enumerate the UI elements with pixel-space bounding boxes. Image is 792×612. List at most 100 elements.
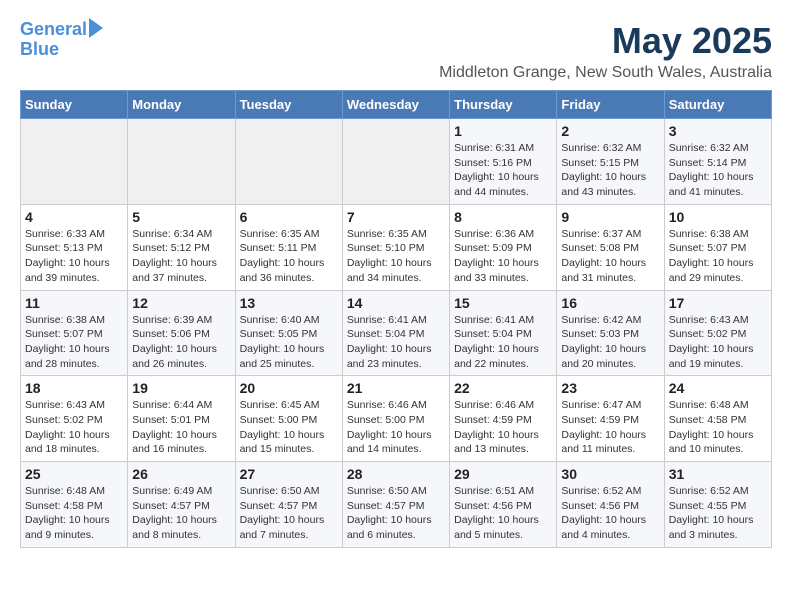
day-number: 7	[347, 209, 445, 225]
calendar-cell: 25 Sunrise: 6:48 AM Sunset: 4:58 PM Dayli…	[21, 462, 128, 548]
day-number: 3	[669, 123, 767, 139]
day-number: 24	[669, 380, 767, 396]
calendar-cell: 10 Sunrise: 6:38 AM Sunset: 5:07 PM Dayli…	[664, 204, 771, 290]
day-number: 20	[240, 380, 338, 396]
day-number: 31	[669, 466, 767, 482]
day-info: Sunrise: 6:43 AM Sunset: 5:02 PM Dayligh…	[669, 313, 767, 372]
calendar-cell: 23 Sunrise: 6:47 AM Sunset: 4:59 PM Dayli…	[557, 376, 664, 462]
day-info: Sunrise: 6:46 AM Sunset: 5:00 PM Dayligh…	[347, 398, 445, 457]
calendar-cell: 1 Sunrise: 6:31 AM Sunset: 5:16 PM Daylig…	[450, 119, 557, 205]
day-info: Sunrise: 6:34 AM Sunset: 5:12 PM Dayligh…	[132, 227, 230, 286]
calendar-cell: 30 Sunrise: 6:52 AM Sunset: 4:56 PM Dayli…	[557, 462, 664, 548]
day-number: 28	[347, 466, 445, 482]
day-info: Sunrise: 6:32 AM Sunset: 5:14 PM Dayligh…	[669, 141, 767, 200]
calendar-cell: 28 Sunrise: 6:50 AM Sunset: 4:57 PM Dayli…	[342, 462, 449, 548]
day-info: Sunrise: 6:36 AM Sunset: 5:09 PM Dayligh…	[454, 227, 552, 286]
day-info: Sunrise: 6:40 AM Sunset: 5:05 PM Dayligh…	[240, 313, 338, 372]
day-number: 22	[454, 380, 552, 396]
day-info: Sunrise: 6:45 AM Sunset: 5:00 PM Dayligh…	[240, 398, 338, 457]
column-header-monday: Monday	[128, 91, 235, 119]
calendar-header-row: SundayMondayTuesdayWednesdayThursdayFrid…	[21, 91, 772, 119]
logo: General Blue	[20, 20, 103, 60]
title-section: May 2025 Middleton Grange, New South Wal…	[439, 20, 772, 82]
day-number: 5	[132, 209, 230, 225]
column-header-wednesday: Wednesday	[342, 91, 449, 119]
day-number: 11	[25, 295, 123, 311]
calendar-week-3: 11 Sunrise: 6:38 AM Sunset: 5:07 PM Dayli…	[21, 290, 772, 376]
calendar-cell: 13 Sunrise: 6:40 AM Sunset: 5:05 PM Dayli…	[235, 290, 342, 376]
day-number: 2	[561, 123, 659, 139]
page-header: General Blue May 2025 Middleton Grange, …	[20, 20, 772, 82]
day-info: Sunrise: 6:46 AM Sunset: 4:59 PM Dayligh…	[454, 398, 552, 457]
calendar-cell: 9 Sunrise: 6:37 AM Sunset: 5:08 PM Daylig…	[557, 204, 664, 290]
day-info: Sunrise: 6:47 AM Sunset: 4:59 PM Dayligh…	[561, 398, 659, 457]
day-number: 9	[561, 209, 659, 225]
calendar-cell: 6 Sunrise: 6:35 AM Sunset: 5:11 PM Daylig…	[235, 204, 342, 290]
day-info: Sunrise: 6:35 AM Sunset: 5:10 PM Dayligh…	[347, 227, 445, 286]
calendar-cell: 29 Sunrise: 6:51 AM Sunset: 4:56 PM Dayli…	[450, 462, 557, 548]
day-number: 27	[240, 466, 338, 482]
day-number: 21	[347, 380, 445, 396]
column-header-saturday: Saturday	[664, 91, 771, 119]
day-number: 25	[25, 466, 123, 482]
calendar-week-1: 1 Sunrise: 6:31 AM Sunset: 5:16 PM Daylig…	[21, 119, 772, 205]
calendar-cell: 19Sunrise: 6:44 AM Sunset: 5:01 PM Dayli…	[128, 376, 235, 462]
column-header-friday: Friday	[557, 91, 664, 119]
day-number: 29	[454, 466, 552, 482]
logo-arrow-icon	[89, 18, 103, 38]
calendar-cell: 31 Sunrise: 6:52 AM Sunset: 4:55 PM Dayli…	[664, 462, 771, 548]
calendar-cell: 17Sunrise: 6:43 AM Sunset: 5:02 PM Dayli…	[664, 290, 771, 376]
day-number: 8	[454, 209, 552, 225]
calendar-cell: 15 Sunrise: 6:41 AM Sunset: 5:04 PM Dayli…	[450, 290, 557, 376]
day-number: 6	[240, 209, 338, 225]
calendar-cell: 20 Sunrise: 6:45 AM Sunset: 5:00 PM Dayli…	[235, 376, 342, 462]
calendar-week-4: 18Sunrise: 6:43 AM Sunset: 5:02 PM Dayli…	[21, 376, 772, 462]
day-number: 18	[25, 380, 123, 396]
day-number: 13	[240, 295, 338, 311]
day-info: Sunrise: 6:42 AM Sunset: 5:03 PM Dayligh…	[561, 313, 659, 372]
day-info: Sunrise: 6:48 AM Sunset: 4:58 PM Dayligh…	[25, 484, 123, 543]
day-number: 12	[132, 295, 230, 311]
calendar-cell: 14Sunrise: 6:41 AM Sunset: 5:04 PM Dayli…	[342, 290, 449, 376]
day-info: Sunrise: 6:37 AM Sunset: 5:08 PM Dayligh…	[561, 227, 659, 286]
month-title: May 2025	[439, 20, 772, 62]
day-number: 15	[454, 295, 552, 311]
calendar-cell	[235, 119, 342, 205]
calendar-cell: 22 Sunrise: 6:46 AM Sunset: 4:59 PM Dayli…	[450, 376, 557, 462]
day-info: Sunrise: 6:38 AM Sunset: 5:07 PM Dayligh…	[669, 227, 767, 286]
column-header-sunday: Sunday	[21, 91, 128, 119]
calendar-cell: 11 Sunrise: 6:38 AM Sunset: 5:07 PM Dayli…	[21, 290, 128, 376]
day-info: Sunrise: 6:31 AM Sunset: 5:16 PM Dayligh…	[454, 141, 552, 200]
calendar-cell: 21 Sunrise: 6:46 AM Sunset: 5:00 PM Dayli…	[342, 376, 449, 462]
day-info: Sunrise: 6:35 AM Sunset: 5:11 PM Dayligh…	[240, 227, 338, 286]
day-info: Sunrise: 6:50 AM Sunset: 4:57 PM Dayligh…	[347, 484, 445, 543]
day-info: Sunrise: 6:44 AM Sunset: 5:01 PM Dayligh…	[132, 398, 230, 457]
day-number: 23	[561, 380, 659, 396]
day-info: Sunrise: 6:48 AM Sunset: 4:58 PM Dayligh…	[669, 398, 767, 457]
calendar-cell	[342, 119, 449, 205]
day-info: Sunrise: 6:49 AM Sunset: 4:57 PM Dayligh…	[132, 484, 230, 543]
day-number: 10	[669, 209, 767, 225]
calendar-week-2: 4Sunrise: 6:33 AM Sunset: 5:13 PM Daylig…	[21, 204, 772, 290]
calendar-cell: 12Sunrise: 6:39 AM Sunset: 5:06 PM Dayli…	[128, 290, 235, 376]
calendar-cell: 24 Sunrise: 6:48 AM Sunset: 4:58 PM Dayli…	[664, 376, 771, 462]
day-number: 1	[454, 123, 552, 139]
day-info: Sunrise: 6:41 AM Sunset: 5:04 PM Dayligh…	[454, 313, 552, 372]
day-info: Sunrise: 6:38 AM Sunset: 5:07 PM Dayligh…	[25, 313, 123, 372]
day-info: Sunrise: 6:52 AM Sunset: 4:55 PM Dayligh…	[669, 484, 767, 543]
logo-text: General	[20, 20, 87, 40]
calendar-cell: 18Sunrise: 6:43 AM Sunset: 5:02 PM Dayli…	[21, 376, 128, 462]
day-number: 30	[561, 466, 659, 482]
calendar-week-5: 25 Sunrise: 6:48 AM Sunset: 4:58 PM Dayli…	[21, 462, 772, 548]
day-number: 26	[132, 466, 230, 482]
calendar-cell: 26 Sunrise: 6:49 AM Sunset: 4:57 PM Dayli…	[128, 462, 235, 548]
calendar-cell: 5 Sunrise: 6:34 AM Sunset: 5:12 PM Daylig…	[128, 204, 235, 290]
day-number: 16	[561, 295, 659, 311]
day-info: Sunrise: 6:52 AM Sunset: 4:56 PM Dayligh…	[561, 484, 659, 543]
day-info: Sunrise: 6:51 AM Sunset: 4:56 PM Dayligh…	[454, 484, 552, 543]
logo-line1: General	[20, 19, 87, 39]
column-header-thursday: Thursday	[450, 91, 557, 119]
day-info: Sunrise: 6:50 AM Sunset: 4:57 PM Dayligh…	[240, 484, 338, 543]
logo-line2: Blue	[20, 40, 59, 60]
day-info: Sunrise: 6:41 AM Sunset: 5:04 PM Dayligh…	[347, 313, 445, 372]
